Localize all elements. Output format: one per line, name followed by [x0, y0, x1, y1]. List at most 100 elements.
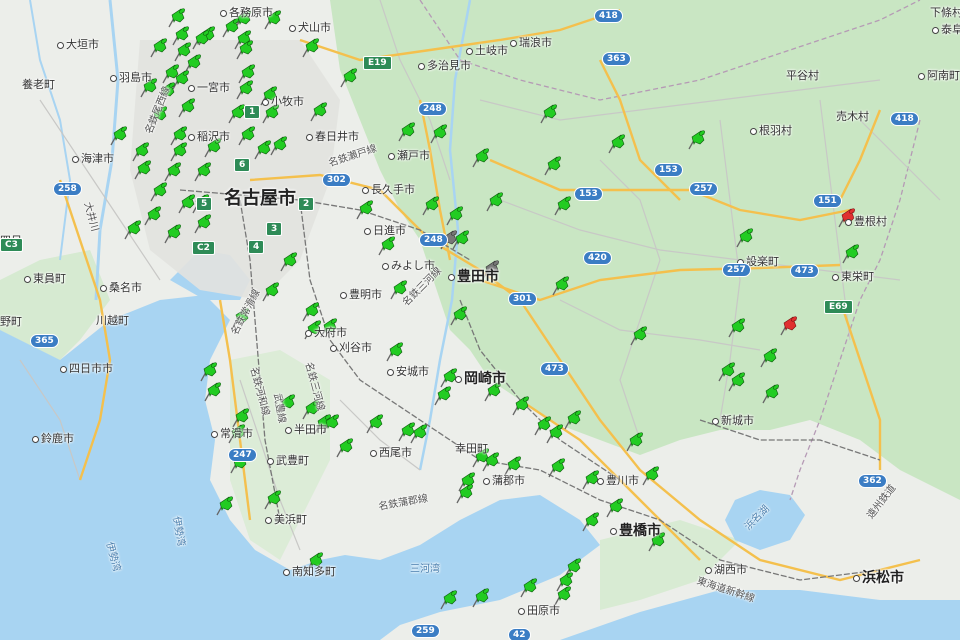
place-name: 大府市 [314, 326, 347, 339]
place-label: 瀬戸市 [388, 147, 430, 163]
place-name: 岡崎市 [464, 371, 506, 387]
place-name: 武豊町 [276, 454, 309, 467]
route-shield: 365 [30, 334, 59, 348]
place-name: 田原市 [527, 604, 560, 617]
place-marker-icon [283, 568, 290, 576]
route-shield: 258 [53, 182, 82, 196]
place-label: 田原市 [518, 602, 560, 618]
expressway-shield: C2 [192, 241, 215, 255]
place-label: 豊根村 [845, 213, 887, 229]
place-name: 稲沢市 [197, 130, 230, 143]
place-name: 小牧市 [271, 95, 304, 108]
place-name: 幸田町 [455, 442, 488, 455]
map-base-layer [0, 0, 960, 640]
place-label: 平谷村 [786, 67, 819, 83]
place-name: 犬山市 [298, 21, 331, 34]
route-shield: 420 [583, 251, 612, 265]
place-label: 常滑市 [211, 425, 253, 441]
place-name: 浜松市 [862, 570, 904, 586]
place-label: 稲沢市 [188, 128, 230, 144]
place-name: 新城市 [721, 414, 754, 427]
place-label: 養老町 [22, 76, 55, 92]
place-name: 土岐市 [475, 44, 508, 57]
route-shield: 418 [890, 112, 919, 126]
place-label: 土岐市 [466, 42, 508, 58]
place-marker-icon [418, 62, 425, 70]
place-name: 南知多町 [292, 565, 336, 578]
place-name: 春日井市 [315, 130, 359, 143]
place-name: 鈴鹿市 [41, 432, 74, 445]
expressway-shield: 2 [298, 197, 315, 211]
place-label: 豊川市 [597, 472, 639, 488]
route-shield: 363 [602, 52, 631, 66]
place-name: 豊根村 [854, 215, 887, 228]
route-shield: 362 [858, 474, 887, 488]
place-name: 長久手市 [371, 183, 415, 196]
place-marker-icon [845, 218, 852, 226]
place-marker-icon [483, 477, 490, 485]
place-label: 武豊町 [267, 452, 309, 468]
place-marker-icon [610, 527, 617, 535]
place-name: 設楽町 [746, 255, 779, 268]
place-marker-icon [330, 344, 337, 352]
place-label: 売木村 [836, 108, 869, 124]
route-shield: 247 [228, 448, 257, 462]
place-label: 豊田市 [448, 266, 499, 286]
place-label: 鈴鹿市 [32, 430, 74, 446]
expressway-shield: 5 [196, 197, 213, 211]
place-marker-icon [289, 24, 296, 32]
place-marker-icon [597, 477, 604, 485]
place-name: 瀬戸市 [397, 149, 430, 162]
place-marker-icon [211, 430, 218, 438]
place-marker-icon [188, 84, 195, 92]
place-name: 川越町 [96, 314, 129, 327]
place-marker-icon [60, 365, 67, 373]
place-name: 豊明市 [349, 288, 382, 301]
expressway-shield: 6 [234, 158, 251, 172]
place-name: 平谷村 [786, 69, 819, 82]
expressway-shield: E19 [363, 56, 392, 70]
place-label: 名古屋市 [224, 184, 296, 210]
place-label: 美浜町 [265, 511, 307, 527]
place-label: 新城市 [712, 412, 754, 428]
expressway-shield: 4 [248, 240, 265, 254]
place-label: 浜松市 [853, 567, 904, 587]
place-label: 東栄町 [832, 268, 874, 284]
route-shield: 248 [418, 102, 447, 116]
place-label: 犬山市 [289, 19, 331, 35]
route-shield: 473 [790, 264, 819, 278]
place-label: 長久手市 [362, 181, 415, 197]
place-name: 売木村 [836, 110, 869, 123]
place-marker-icon [265, 516, 272, 524]
place-label: 安城市 [387, 363, 429, 379]
place-label: 下條村 [930, 4, 960, 20]
place-marker-icon [340, 291, 347, 299]
place-marker-icon [853, 574, 860, 582]
place-label: 根羽村 [750, 122, 792, 138]
place-marker-icon [100, 284, 107, 292]
route-shield: 418 [594, 9, 623, 23]
place-marker-icon [388, 152, 395, 160]
place-marker-icon [364, 227, 371, 235]
place-marker-icon [305, 329, 312, 337]
place-marker-icon [262, 98, 269, 106]
place-label: 大垣市 [57, 36, 99, 52]
route-shield: 42 [508, 628, 531, 640]
place-name: 豊田市 [457, 269, 499, 285]
place-name: 豊川市 [606, 474, 639, 487]
place-marker-icon [24, 275, 31, 283]
route-shield: 473 [540, 362, 569, 376]
place-label: 幸田町 [455, 440, 488, 456]
place-marker-icon [110, 74, 117, 82]
place-name: 泰阜 [941, 23, 960, 36]
map-viewport[interactable]: 多治見市 瑞浪市 土岐市 犬山市 各務原市 大垣市 羽島市 一宮市 養老町 小牧市 稲沢市 春日井市海… [0, 0, 960, 640]
place-marker-icon [448, 273, 455, 281]
place-marker-icon [750, 127, 757, 135]
place-label: 泰阜 [932, 21, 960, 37]
place-marker-icon [918, 72, 925, 80]
route-shield: 151 [813, 194, 842, 208]
place-name: 蒲郡市 [492, 474, 525, 487]
place-label: 豊橋市 [610, 520, 661, 540]
place-marker-icon [705, 566, 712, 574]
place-label: 多治見市 [418, 57, 471, 73]
